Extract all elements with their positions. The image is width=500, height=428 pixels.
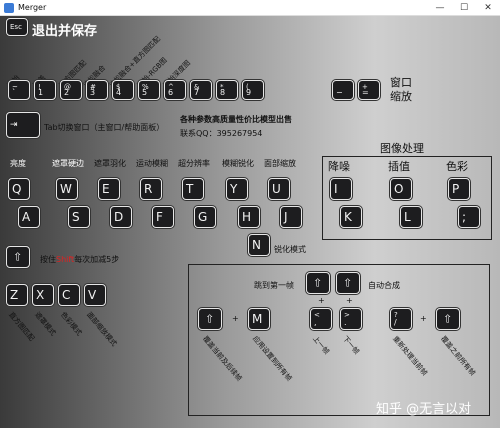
label-mask-hard: 遮罩硬边 [52,159,84,168]
shift-arrow-icon: ⇧ [205,312,215,326]
x-label: 遮罩模式 [33,310,58,338]
auto-merge-label: 自动合成 [368,281,400,290]
key-m[interactable]: M [248,308,270,330]
key-c[interactable]: C [58,284,80,306]
watermark: 知乎 @无言以对 [376,402,472,417]
zoom-label-2: 缩放 [390,90,412,103]
image-proc-col-interp: 插值 [388,160,410,173]
shift-key-nav-right[interactable]: ⇧ [436,308,460,330]
key-n[interactable]: N [248,234,270,256]
image-proc-title: 图像处理 [380,142,424,155]
key-comma[interactable]: <, [310,308,332,330]
key-w[interactable]: W [56,178,78,200]
minimize-button[interactable]: — [428,0,452,16]
key-l[interactable]: L [400,206,422,228]
title-bar: Merger — ☐ ✕ [0,0,500,16]
plus-sign: + [420,314,427,323]
label-blur-sharpen: 模糊锐化 [222,159,254,168]
key-t[interactable]: T [182,178,204,200]
label-super-res: 超分辨率 [178,159,210,168]
help-panel: Esc 退出并保存 原始 覆盖 直方图匹配 泊松融合 泊松融合+直方图匹配 原始… [0,16,500,428]
key-s[interactable]: S [68,206,90,228]
key-r[interactable]: R [140,178,162,200]
close-button[interactable]: ✕ [476,0,500,16]
key-6[interactable]: ^ 6 [164,80,186,100]
window-controls: — ☐ ✕ [428,0,500,16]
shift-key[interactable]: ⇧ [6,246,30,268]
key-semicolon[interactable]: ; [458,206,480,228]
image-proc-col-denoise: 降噪 [328,160,350,173]
key-backtick[interactable]: ~ ` [8,80,30,100]
tab-arrow-icon: ⇥ [10,120,18,130]
key-u[interactable]: U [268,178,290,200]
plus-sign: + [346,296,353,305]
esc-key-label: Esc [10,23,22,31]
key-3[interactable]: #3 [86,80,108,100]
app-icon [4,2,14,13]
key-j[interactable]: J [280,206,302,228]
key-x[interactable]: X [32,284,54,306]
promo-line-1: 各种参数高质量性价比模型出售 [180,115,292,124]
esc-key[interactable]: Esc [6,18,28,36]
promo-line-2: 联系QQ：395267954 [180,129,263,138]
key-i[interactable]: I [330,178,352,200]
jump-first-label: 跳到第一帧 [254,281,294,290]
key-4[interactable]: $4 [112,80,134,100]
shift-key-right[interactable]: ⇧ [336,272,360,294]
plus-sign: + [232,314,239,323]
shift-arrow-icon: ⇧ [443,312,453,326]
key-k[interactable]: K [340,206,362,228]
key-e[interactable]: E [98,178,120,200]
key-equals[interactable]: + = [358,80,380,100]
c-label: 色彩模式 [59,310,84,338]
label-face-scale: 面部缩放 [264,159,296,168]
key-1[interactable]: ! 1 [34,80,56,100]
key-2[interactable]: @2 [60,80,82,100]
key-f[interactable]: F [152,206,174,228]
label-brightness: 亮度 [10,159,26,168]
image-proc-col-color: 色彩 [446,160,468,173]
key-period[interactable]: >. [340,308,362,330]
key-v[interactable]: V [84,284,106,306]
shift-arrow-icon: ⇧ [13,250,23,264]
key-a[interactable]: A [18,206,40,228]
key-5[interactable]: % 5 [138,80,160,100]
n-key-description: 锐化模式 [274,245,306,254]
key-h[interactable]: H [238,206,260,228]
key-z[interactable]: Z [6,284,28,306]
tab-key[interactable]: ⇥ [6,112,40,138]
key-8[interactable]: * 8 [216,80,238,100]
key-q[interactable]: Q [8,178,30,200]
esc-description: 退出并保存 [32,24,98,39]
plus-sign: + [318,296,325,305]
key-y[interactable]: Y [226,178,248,200]
key-g[interactable]: G [194,206,216,228]
key-d[interactable]: D [110,206,132,228]
label-mask-feather: 遮罩羽化 [94,159,126,168]
v-label: 面部缩放模式 [85,310,119,348]
shift-key-left[interactable]: ⇧ [306,272,330,294]
tab-description: Tab切换窗口（主窗口/帮助面板） [44,123,165,132]
key-p[interactable]: P [448,178,470,200]
key-o[interactable]: O [390,178,412,200]
shift-arrow-icon: ⇧ [313,276,323,290]
shift-arrow-icon: ⇧ [343,276,353,290]
window-title: Merger [18,3,47,12]
key-9[interactable]: (9 [242,80,264,100]
shift-key-nav[interactable]: ⇧ [198,308,222,330]
key-minus[interactable]: − [332,80,354,100]
key-slash[interactable]: ? / [390,308,412,330]
label-motion-blur: 运动模糊 [136,159,168,168]
maximize-button[interactable]: ☐ [452,0,476,16]
shift-description: 按住Shift每次加减5步 [40,255,120,264]
key-7[interactable]: & 7 [190,80,212,100]
